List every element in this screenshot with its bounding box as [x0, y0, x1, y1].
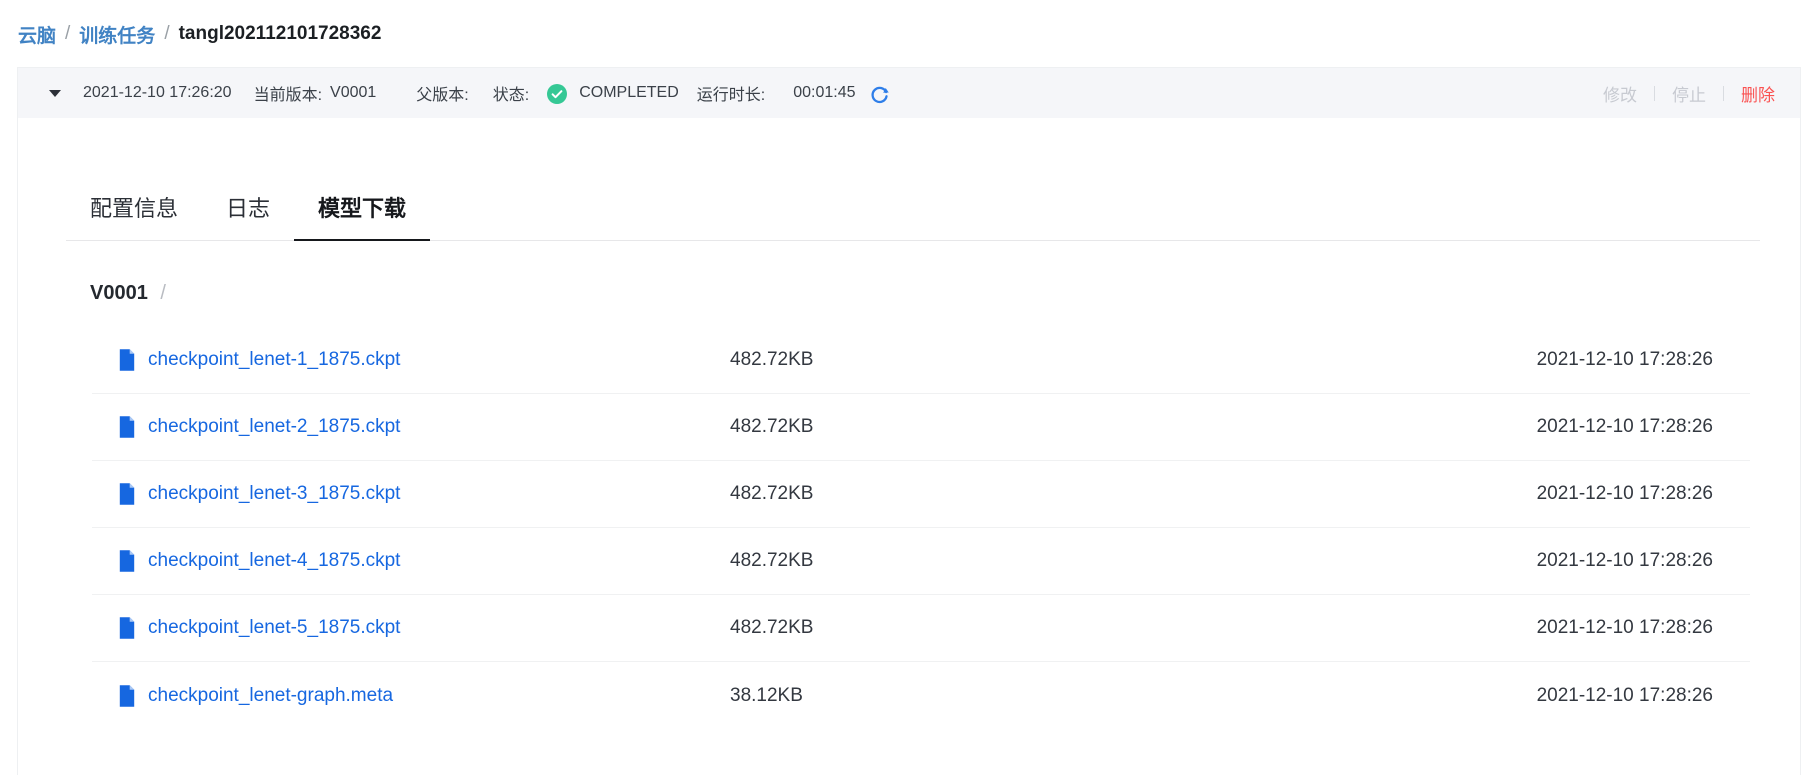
status-value: COMPLETED: [579, 84, 679, 102]
file-document-icon: [118, 416, 136, 438]
file-download-link[interactable]: checkpoint_lenet-graph.meta: [148, 685, 393, 707]
file-download-link[interactable]: checkpoint_lenet-3_1875.ckpt: [148, 483, 400, 505]
path-version-link[interactable]: V0001: [90, 282, 148, 304]
breadcrumb-link-training-tasks[interactable]: 训练任务: [79, 21, 155, 48]
parent-version-label: 父版本:: [416, 81, 468, 105]
current-version-value: V0001: [330, 84, 376, 102]
file-document-icon: [118, 483, 136, 505]
breadcrumb: 云脑 / 训练任务 / tangl202112101728362: [0, 0, 1819, 46]
breadcrumb-current-task: tangl202112101728362: [179, 23, 382, 45]
file-document-icon: [118, 550, 136, 572]
task-version-panel: 2021-12-10 17:26:20 当前版本: V0001 父版本: 状态:…: [17, 67, 1801, 775]
file-document-icon: [118, 349, 136, 371]
file-modified-time: 2021-12-10 17:28:26: [1537, 349, 1750, 371]
file-modified-time: 2021-12-10 17:28:26: [1537, 416, 1750, 438]
current-version-label: 当前版本:: [254, 81, 322, 105]
file-document-icon: [118, 617, 136, 639]
file-name-cell: checkpoint_lenet-1_1875.ckpt: [92, 349, 730, 371]
check-circle-icon: [547, 84, 567, 104]
file-name-cell: checkpoint_lenet-5_1875.ckpt: [92, 617, 730, 639]
delete-button[interactable]: 删除: [1724, 81, 1775, 106]
version-bar: 2021-12-10 17:26:20 当前版本: V0001 父版本: 状态:…: [18, 68, 1800, 118]
status-label: 状态:: [493, 81, 529, 105]
breadcrumb-link-cloudbrain[interactable]: 云脑: [18, 21, 56, 48]
model-file-table: checkpoint_lenet-1_1875.ckpt 482.72KB 20…: [92, 327, 1750, 729]
tab-logs[interactable]: 日志: [202, 196, 294, 240]
version-created-time: 2021-12-10 17:26:20: [83, 84, 232, 102]
refresh-icon[interactable]: [870, 86, 889, 105]
model-path-bar: V0001 /: [90, 281, 1760, 305]
file-size: 482.72KB: [730, 416, 1537, 438]
file-size: 38.12KB: [730, 685, 1537, 707]
file-name-cell: checkpoint_lenet-4_1875.ckpt: [92, 550, 730, 572]
breadcrumb-separator: /: [164, 23, 169, 45]
file-download-link[interactable]: checkpoint_lenet-2_1875.ckpt: [148, 416, 400, 438]
breadcrumb-separator: /: [65, 23, 70, 45]
file-row: checkpoint_lenet-graph.meta 38.12KB 2021…: [92, 662, 1750, 729]
duration-value: 00:01:45: [793, 84, 855, 102]
file-size: 482.72KB: [730, 617, 1537, 639]
version-actions: 修改 停止 删除: [1586, 81, 1775, 106]
file-document-icon: [118, 685, 136, 707]
file-row: checkpoint_lenet-4_1875.ckpt 482.72KB 20…: [92, 528, 1750, 595]
modify-button[interactable]: 修改: [1586, 81, 1654, 106]
file-modified-time: 2021-12-10 17:28:26: [1537, 617, 1750, 639]
stop-button[interactable]: 停止: [1655, 81, 1723, 106]
tab-config-info[interactable]: 配置信息: [66, 196, 202, 240]
file-row: checkpoint_lenet-5_1875.ckpt 482.72KB 20…: [92, 595, 1750, 662]
file-download-link[interactable]: checkpoint_lenet-5_1875.ckpt: [148, 617, 400, 639]
file-download-link[interactable]: checkpoint_lenet-4_1875.ckpt: [148, 550, 400, 572]
file-name-cell: checkpoint_lenet-graph.meta: [92, 685, 730, 707]
file-row: checkpoint_lenet-2_1875.ckpt 482.72KB 20…: [92, 394, 1750, 461]
path-separator: /: [160, 282, 166, 304]
file-row: checkpoint_lenet-3_1875.ckpt 482.72KB 20…: [92, 461, 1750, 528]
file-row: checkpoint_lenet-1_1875.ckpt 482.72KB 20…: [92, 327, 1750, 394]
file-modified-time: 2021-12-10 17:28:26: [1537, 483, 1750, 505]
file-size: 482.72KB: [730, 349, 1537, 371]
file-modified-time: 2021-12-10 17:28:26: [1537, 550, 1750, 572]
tab-bar: 配置信息 日志 模型下载: [66, 196, 1760, 241]
duration-label: 运行时长:: [697, 81, 765, 105]
file-size: 482.72KB: [730, 483, 1537, 505]
version-detail-content: 配置信息 日志 模型下载 V0001 / checkpoint_lenet-1_…: [18, 196, 1800, 729]
file-download-link[interactable]: checkpoint_lenet-1_1875.ckpt: [148, 349, 400, 371]
file-size: 482.72KB: [730, 550, 1537, 572]
caret-down-icon[interactable]: [49, 90, 61, 97]
file-name-cell: checkpoint_lenet-2_1875.ckpt: [92, 416, 730, 438]
file-modified-time: 2021-12-10 17:28:26: [1537, 685, 1750, 707]
file-name-cell: checkpoint_lenet-3_1875.ckpt: [92, 483, 730, 505]
tab-model-download[interactable]: 模型下载: [294, 196, 430, 241]
